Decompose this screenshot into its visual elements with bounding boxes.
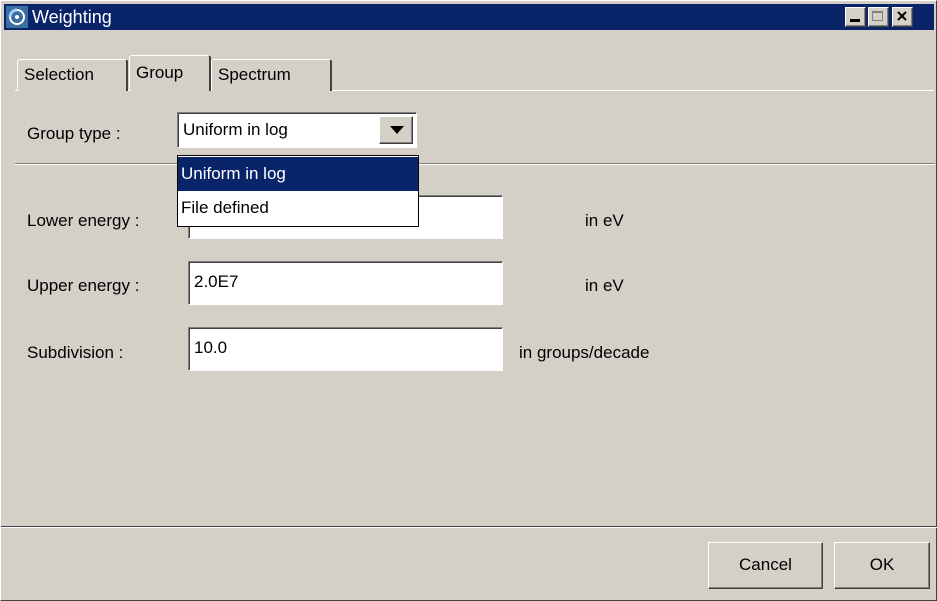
close-icon [897, 11, 907, 21]
group-type-value: Uniform in log [183, 120, 288, 139]
subdivision-unit: in groups/decade [519, 343, 650, 362]
ok-button[interactable]: OK [834, 542, 930, 589]
maximize-button[interactable] [868, 7, 889, 27]
bottom-divider-highlight [1, 527, 937, 528]
subdivision-label: Subdivision : [27, 343, 124, 362]
tab-selection[interactable]: Selection [17, 59, 128, 91]
window-title: Weighting [32, 7, 112, 27]
upper-energy-label: Upper energy : [27, 276, 140, 295]
group-type-dropdown-list: Uniform in log File defined [177, 155, 419, 227]
app-icon [6, 6, 28, 28]
tab-group[interactable]: Group [129, 55, 211, 91]
option-file-defined[interactable]: File defined [178, 192, 418, 224]
group-type-select[interactable]: Uniform in log [177, 112, 417, 148]
minimize-button[interactable] [845, 7, 866, 27]
dropdown-arrow-button[interactable] [379, 116, 413, 144]
title-bar[interactable]: Weighting [4, 4, 934, 30]
upper-energy-input[interactable]: 2.0E7 [188, 261, 503, 305]
divider-highlight [15, 164, 935, 165]
weighting-dialog: Weighting Selection Group Spectrum Group… [0, 0, 937, 601]
lower-energy-unit: in eV [585, 211, 624, 230]
upper-energy-unit: in eV [585, 276, 624, 295]
group-type-label: Group type : [27, 124, 121, 143]
tab-spectrum[interactable]: Spectrum [211, 59, 332, 91]
subdivision-input[interactable]: 10.0 [188, 327, 503, 371]
close-button[interactable] [892, 7, 913, 27]
option-uniform-in-log[interactable]: Uniform in log [178, 157, 418, 191]
lower-energy-label: Lower energy : [27, 211, 140, 230]
cancel-button[interactable]: Cancel [708, 542, 823, 589]
